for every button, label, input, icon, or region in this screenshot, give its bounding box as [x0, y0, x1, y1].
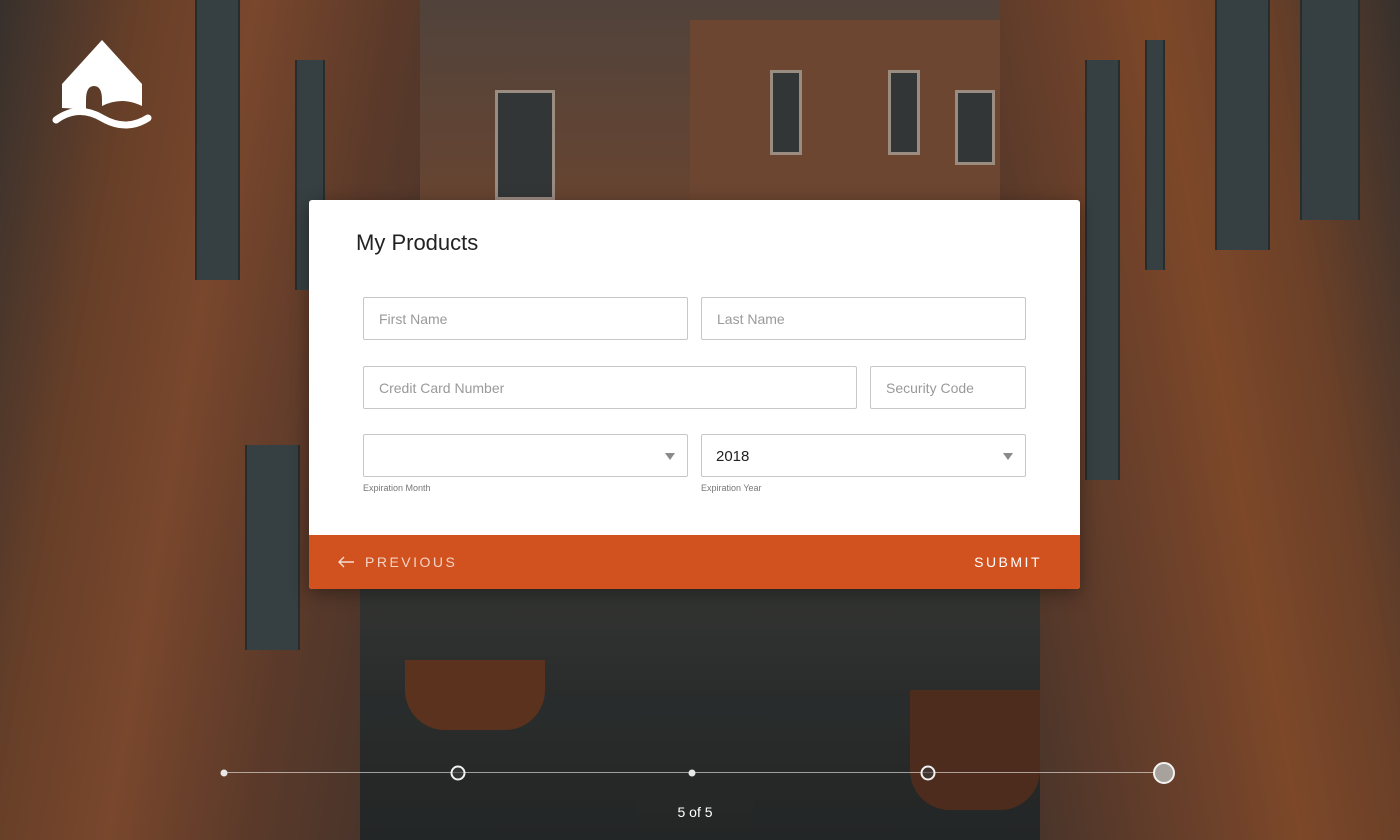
- progress-step-1[interactable]: [220, 769, 228, 777]
- expiration-year-label: Expiration Year: [701, 483, 762, 493]
- previous-button-label: PREVIOUS: [365, 554, 458, 570]
- expiration-month-select[interactable]: [363, 434, 688, 477]
- expiration-year-select[interactable]: 2018: [701, 434, 1026, 477]
- step-counter: 5 of 5: [636, 795, 754, 829]
- chevron-down-icon: [665, 453, 675, 460]
- first-name-field[interactable]: [363, 297, 688, 340]
- step-counter-of: of: [689, 804, 701, 820]
- last-name-field[interactable]: [701, 297, 1026, 340]
- first-name-input[interactable]: [364, 298, 687, 339]
- security-code-field[interactable]: [870, 366, 1026, 409]
- progress-step-3[interactable]: [688, 769, 696, 777]
- expiration-month-label: Expiration Month: [363, 483, 431, 493]
- progress-step-2[interactable]: [450, 765, 466, 781]
- card-number-field[interactable]: [363, 366, 857, 409]
- house-on-water-icon[interactable]: [52, 34, 152, 134]
- card-footer: PREVIOUS SUBMIT: [309, 535, 1080, 589]
- submit-button[interactable]: SUBMIT: [974, 535, 1042, 589]
- previous-button[interactable]: PREVIOUS: [337, 535, 457, 589]
- arrow-left-icon: [338, 556, 354, 568]
- security-code-input[interactable]: [871, 367, 1025, 408]
- step-counter-current: 5: [677, 804, 686, 820]
- expiration-year-value: 2018: [716, 448, 750, 465]
- card-number-input[interactable]: [364, 367, 856, 408]
- last-name-input[interactable]: [702, 298, 1025, 339]
- chevron-down-icon: [1003, 453, 1013, 460]
- checkout-card: My Products Expiration Month 2018 Expira…: [309, 200, 1080, 589]
- progress-step-5-current[interactable]: [1153, 762, 1175, 784]
- step-counter-total: 5: [704, 804, 713, 820]
- submit-button-label: SUBMIT: [974, 554, 1042, 570]
- card-title: My Products: [356, 230, 479, 255]
- progress-step-4[interactable]: [920, 765, 936, 781]
